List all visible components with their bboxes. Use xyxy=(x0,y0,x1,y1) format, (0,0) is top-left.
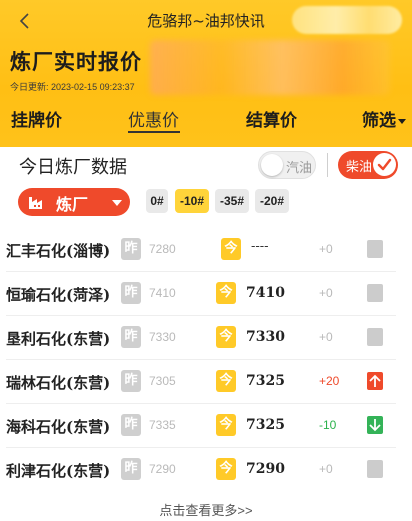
page-title: 炼厂实时报价 xyxy=(10,50,142,74)
grade-minus-35[interactable]: -35# xyxy=(215,189,249,213)
refinery-name: 瑞林石化(东营) xyxy=(6,374,111,392)
today-price: ---- xyxy=(251,239,269,254)
price-change: +0 xyxy=(319,242,333,256)
no-change-indicator xyxy=(367,328,383,346)
diesel-toggle[interactable]: 柴油 xyxy=(338,151,398,179)
refinery-name: 利津石化(东营) xyxy=(6,462,111,480)
factory-icon xyxy=(29,197,42,209)
update-timestamp: 2023-02-15 09:23:37 xyxy=(51,82,135,92)
yesterday-badge: 昨 xyxy=(121,458,141,480)
today-price: 7325 xyxy=(246,373,285,389)
refinery-name: 汇丰石化(淄博) xyxy=(6,242,111,260)
caret-down-icon xyxy=(398,118,406,124)
blurred-nav-actions xyxy=(292,6,402,34)
no-change-indicator xyxy=(367,240,383,258)
yesterday-badge: 昨 xyxy=(121,370,141,392)
no-change-indicator xyxy=(367,460,383,478)
yesterday-badge: 昨 xyxy=(121,414,141,436)
price-change: +20 xyxy=(319,374,340,388)
diesel-label: 柴油 xyxy=(346,159,373,174)
yesterday-price: 7280 xyxy=(149,242,176,256)
grade-minus-10[interactable]: -10# xyxy=(175,189,209,213)
today-badge: 今 xyxy=(216,282,236,304)
yesterday-price: 7305 xyxy=(149,374,176,388)
chevron-down-icon xyxy=(112,200,122,206)
tab-bar: 挂牌价 优惠价 结算价 筛选 xyxy=(0,100,412,140)
tab-settlement-price[interactable]: 结算价 xyxy=(246,106,297,131)
yesterday-badge: 昨 xyxy=(121,238,141,260)
refinery-name: 海科石化(东营) xyxy=(6,418,111,436)
gasoline-label: 汽油 xyxy=(286,160,313,175)
yesterday-badge: 昨 xyxy=(121,326,141,348)
update-time: 今日更新: 2023-02-15 09:23:37 xyxy=(10,80,135,93)
filter-label: 筛选 xyxy=(362,111,396,131)
yesterday-price: 7330 xyxy=(149,330,176,344)
yesterday-price: 7335 xyxy=(149,418,176,432)
blurred-banner-image xyxy=(150,40,390,95)
refinery-name: 恒瑜石化(菏泽) xyxy=(6,286,111,304)
refinery-name: 垦利石化(东营) xyxy=(6,330,111,348)
toggle-knob xyxy=(261,154,283,176)
tab-listed-price[interactable]: 挂牌价 xyxy=(11,106,62,131)
grade-0[interactable]: 0# xyxy=(146,189,168,213)
table-row[interactable]: 垦利石化(东营) 昨 7330 今 7330 +0 xyxy=(0,316,412,360)
header: 危骆邦~油邦快讯 炼厂实时报价 今日更新: 2023-02-15 09:23:3… xyxy=(0,0,412,147)
panel-title: 今日炼厂数据 xyxy=(19,157,127,178)
update-label: 今日更新: xyxy=(10,82,49,92)
active-tab-underline xyxy=(128,131,180,133)
yesterday-price: 7410 xyxy=(149,286,176,300)
today-price: 7290 xyxy=(246,461,285,477)
table-row[interactable]: 瑞林石化(东营) 昨 7305 今 7325 +20 xyxy=(0,360,412,404)
today-badge: 今 xyxy=(216,414,236,436)
arrow-up-icon xyxy=(367,372,383,390)
price-change: +0 xyxy=(319,286,333,300)
divider xyxy=(327,153,328,177)
today-badge: 今 xyxy=(221,238,241,260)
table-row[interactable]: 汇丰石化(淄博) 昨 7280 今 ---- +0 xyxy=(0,228,412,272)
tab-discount-price[interactable]: 优惠价 xyxy=(128,106,179,131)
today-price: 7325 xyxy=(246,417,285,433)
price-change: +0 xyxy=(319,462,333,476)
today-badge: 今 xyxy=(216,370,236,392)
grade-minus-20[interactable]: -20# xyxy=(255,189,289,213)
factory-label: 炼厂 xyxy=(56,195,89,214)
price-change: +0 xyxy=(319,330,333,344)
arrow-down-icon xyxy=(367,416,383,434)
view-more-link[interactable]: 点击查看更多>> xyxy=(0,500,412,519)
table-row[interactable]: 利津石化(东营) 昨 7290 今 7290 +0 xyxy=(0,448,412,492)
table-row[interactable]: 海科石化(东营) 昨 7335 今 7325 -10 xyxy=(0,404,412,448)
factory-dropdown[interactable]: 炼厂 xyxy=(18,188,130,216)
today-price: 7330 xyxy=(246,329,285,345)
today-price: 7410 xyxy=(246,285,285,301)
table-row[interactable]: 恒瑜石化(菏泽) 昨 7410 今 7410 +0 xyxy=(0,272,412,316)
yesterday-badge: 昨 xyxy=(121,282,141,304)
check-icon xyxy=(373,153,396,176)
gasoline-toggle[interactable]: 汽油 xyxy=(258,151,316,179)
today-badge: 今 xyxy=(216,458,236,480)
no-change-indicator xyxy=(367,284,383,302)
filter-button[interactable]: 筛选 xyxy=(362,106,406,131)
today-badge: 今 xyxy=(216,326,236,348)
price-change: -10 xyxy=(319,418,337,432)
yesterday-price: 7290 xyxy=(149,462,176,476)
